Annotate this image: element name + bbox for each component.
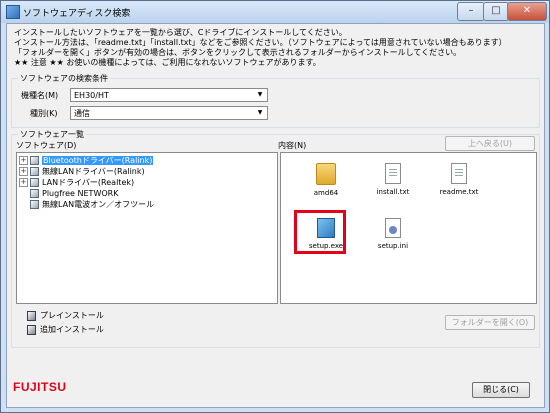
file-item[interactable]: setup.ini (363, 218, 423, 250)
type-select[interactable]: 通信 ▼ (70, 106, 268, 120)
file-item[interactable]: amd64 (296, 163, 356, 197)
instruction-line: インストールしたいソフトウェアを一覧から選び、Cドライブにインストールしてくださ… (14, 28, 347, 37)
chevron-down-icon[interactable]: ▼ (254, 90, 266, 100)
list-group-label: ソフトウェア一覧 (18, 129, 86, 140)
file-name: amd64 (313, 189, 339, 197)
package-icon (30, 189, 39, 198)
tree-item-label: Bluetoothドライバー(Ralink) (42, 156, 154, 165)
package-icon (30, 167, 39, 176)
tree-item-label: 無線LANドライバー(Ralink) (42, 167, 145, 176)
additional-install-icon (27, 324, 36, 335)
tree-item[interactable]: 無線LAN電波オン／オフツール (19, 199, 154, 210)
file-item[interactable]: install.txt (363, 163, 423, 196)
ini-file-icon (385, 218, 401, 238)
instructions: インストールしたいソフトウェアを一覧から選び、Cドライブにインストールしてくださ… (14, 28, 539, 68)
file-name: setup.ini (377, 242, 409, 250)
additional-label: 追加インストール (40, 325, 104, 334)
expand-icon[interactable]: + (19, 167, 28, 176)
file-item[interactable]: readme.txt (429, 163, 489, 196)
software-tree[interactable]: + Bluetoothドライバー(Ralink) + 無線LANドライバー(Rali… (16, 152, 278, 304)
model-label: 機種名(M) (21, 91, 59, 100)
package-icon (30, 200, 39, 209)
close-window-button[interactable]: ✕ (507, 2, 547, 21)
software-list-group: ソフトウェア一覧 ソフトウェア(D) 内容(N) 上へ戻る(U) + Blueto… (11, 129, 540, 348)
search-conditions-group: ソフトウェアの検索条件 機種名(M) EH30/HT ▼ 種別(K) 通信 ▼ (11, 73, 540, 128)
file-name: install.txt (376, 188, 410, 196)
file-name: readme.txt (439, 188, 479, 196)
fujitsu-logo: FUJITSU (13, 380, 67, 394)
instruction-line: 「フォルダーを開く」ボタンが有効の場合は、ボタンをクリックして表示されるフォルダ… (14, 48, 462, 57)
open-folder-button[interactable]: フォルダーを開く(O) (445, 315, 535, 330)
tree-item[interactable]: + Bluetoothドライバー(Ralink) (19, 155, 154, 166)
maximize-button[interactable]: □ (483, 2, 509, 21)
software-label: ソフトウェア(D) (16, 141, 77, 150)
window-title: ソフトウェアディスク検索 (23, 9, 131, 19)
folder-icon (316, 163, 336, 185)
model-select-value: EH30/HT (74, 91, 109, 100)
dialog-body: インストールしたいソフトウェアを一覧から選び、Cドライブにインストールしてくださ… (6, 23, 545, 408)
chevron-down-icon[interactable]: ▼ (254, 108, 266, 118)
preinstall-icon (27, 310, 36, 321)
tree-item-label: 無線LAN電波オン／オフツール (42, 200, 155, 209)
additional-legend: 追加インストール (27, 324, 104, 335)
expand-icon[interactable]: + (19, 156, 28, 165)
type-label: 種別(K) (30, 109, 58, 118)
preinstall-label: プレインストール (40, 311, 104, 320)
up-button[interactable]: 上へ戻る(U) (445, 136, 535, 151)
app-icon (6, 5, 20, 19)
highlight-box (294, 210, 346, 254)
app-window: ソフトウェアディスク検索 – □ ✕ インストールしたいソフトウェアを一覧から選… (0, 0, 550, 413)
text-file-icon (451, 163, 467, 184)
contents-label: 内容(N) (278, 141, 307, 150)
text-file-icon (385, 163, 401, 184)
minimize-button[interactable]: – (457, 2, 485, 21)
tree-item-label: LANドライバー(Realtek) (42, 178, 135, 187)
package-icon (30, 178, 39, 187)
tree-item[interactable]: Plugfree NETWORK (19, 188, 118, 199)
expand-icon[interactable]: + (19, 178, 28, 187)
tree-item[interactable]: + 無線LANドライバー(Ralink) (19, 166, 145, 177)
close-button[interactable]: 閉じる(C) (472, 382, 530, 398)
instruction-line: ★★ 注意 ★★ お使いの機種によっては、ご利用になれないソフトウェアがあります… (14, 58, 321, 67)
tree-item-label: Plugfree NETWORK (42, 189, 119, 198)
instruction-line: インストール方法は、「readme.txt」「install.txt」などをご参… (14, 38, 507, 47)
package-icon (30, 156, 39, 165)
type-select-value: 通信 (74, 109, 90, 118)
tree-item[interactable]: + LANドライバー(Realtek) (19, 177, 134, 188)
contents-view[interactable]: amd64 install.txt readme.txt setup.exe s… (280, 152, 537, 304)
title-bar[interactable]: ソフトウェアディスク検索 – □ ✕ (1, 1, 549, 23)
model-select[interactable]: EH30/HT ▼ (70, 88, 268, 102)
preinstall-legend: プレインストール (27, 310, 104, 321)
search-group-label: ソフトウェアの検索条件 (18, 73, 110, 84)
